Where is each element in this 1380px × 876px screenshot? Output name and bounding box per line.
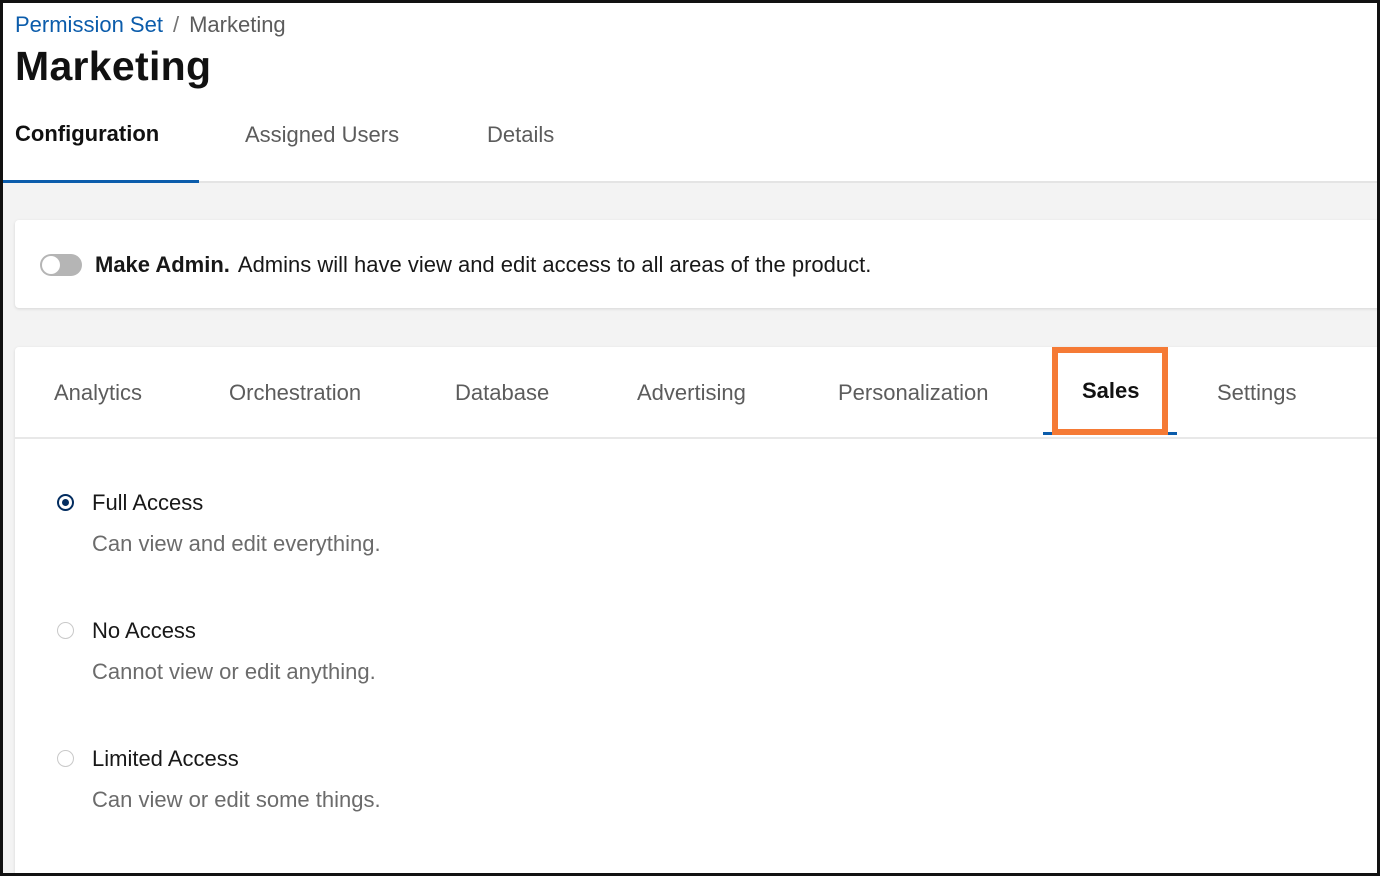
option-full-access: Full Access Can view and edit everything… xyxy=(55,489,655,569)
active-tab-underline xyxy=(1043,432,1177,435)
make-admin-text: Make Admin. Admins will have view and edi… xyxy=(95,250,871,280)
tab-database[interactable]: Database xyxy=(455,347,549,437)
no-access-radio[interactable] xyxy=(57,622,74,639)
radio-dot xyxy=(62,499,69,506)
make-admin-card: Make Admin. Admins will have view and edi… xyxy=(15,220,1377,308)
tab-analytics[interactable]: Analytics xyxy=(54,347,142,437)
tab-assigned-users[interactable]: Assigned Users xyxy=(245,103,399,181)
content-canvas: Make Admin. Admins will have view and edi… xyxy=(3,183,1377,873)
tab-orchestration[interactable]: Orchestration xyxy=(229,347,361,437)
toggle-knob xyxy=(42,256,60,274)
limited-access-description: Can view or edit some things. xyxy=(92,787,381,812)
tab-details[interactable]: Details xyxy=(487,103,554,181)
breadcrumb-current: Marketing xyxy=(189,12,286,37)
make-admin-label: Make Admin. xyxy=(95,252,230,277)
make-admin-description: Admins will have view and edit access to… xyxy=(237,252,872,277)
limited-access-radio[interactable] xyxy=(57,750,74,767)
tab-configuration[interactable]: Configuration xyxy=(3,103,200,183)
limited-access-label[interactable]: Limited Access xyxy=(92,745,239,773)
no-access-description: Cannot view or edit anything. xyxy=(92,659,376,684)
category-tab-bar: Analytics Orchestration Database Adverti… xyxy=(15,347,1377,439)
page-title: Marketing xyxy=(15,43,212,89)
tab-settings[interactable]: Settings xyxy=(1217,347,1297,437)
make-admin-toggle[interactable] xyxy=(40,254,82,276)
permissions-card: Analytics Orchestration Database Adverti… xyxy=(15,347,1377,873)
tab-personalization[interactable]: Personalization xyxy=(838,347,988,437)
option-no-access: No Access Cannot view or edit anything. xyxy=(55,617,655,697)
breadcrumb: Permission Set / Marketing xyxy=(15,11,286,39)
full-access-radio[interactable] xyxy=(57,494,74,511)
app-frame: Permission Set / Marketing Marketing Confi… xyxy=(0,0,1380,876)
tab-advertising[interactable]: Advertising xyxy=(637,347,746,437)
tab-sales[interactable]: Sales xyxy=(1082,347,1140,437)
top-tab-bar: Configuration Assigned Users Details xyxy=(3,103,1377,183)
full-access-description: Can view and edit everything. xyxy=(92,531,381,556)
full-access-label[interactable]: Full Access xyxy=(92,489,203,517)
breadcrumb-separator: / xyxy=(172,12,180,37)
no-access-label[interactable]: No Access xyxy=(92,617,196,645)
option-limited-access: Limited Access Can view or edit some thi… xyxy=(55,745,655,825)
breadcrumb-link-permission-set[interactable]: Permission Set xyxy=(15,12,163,37)
